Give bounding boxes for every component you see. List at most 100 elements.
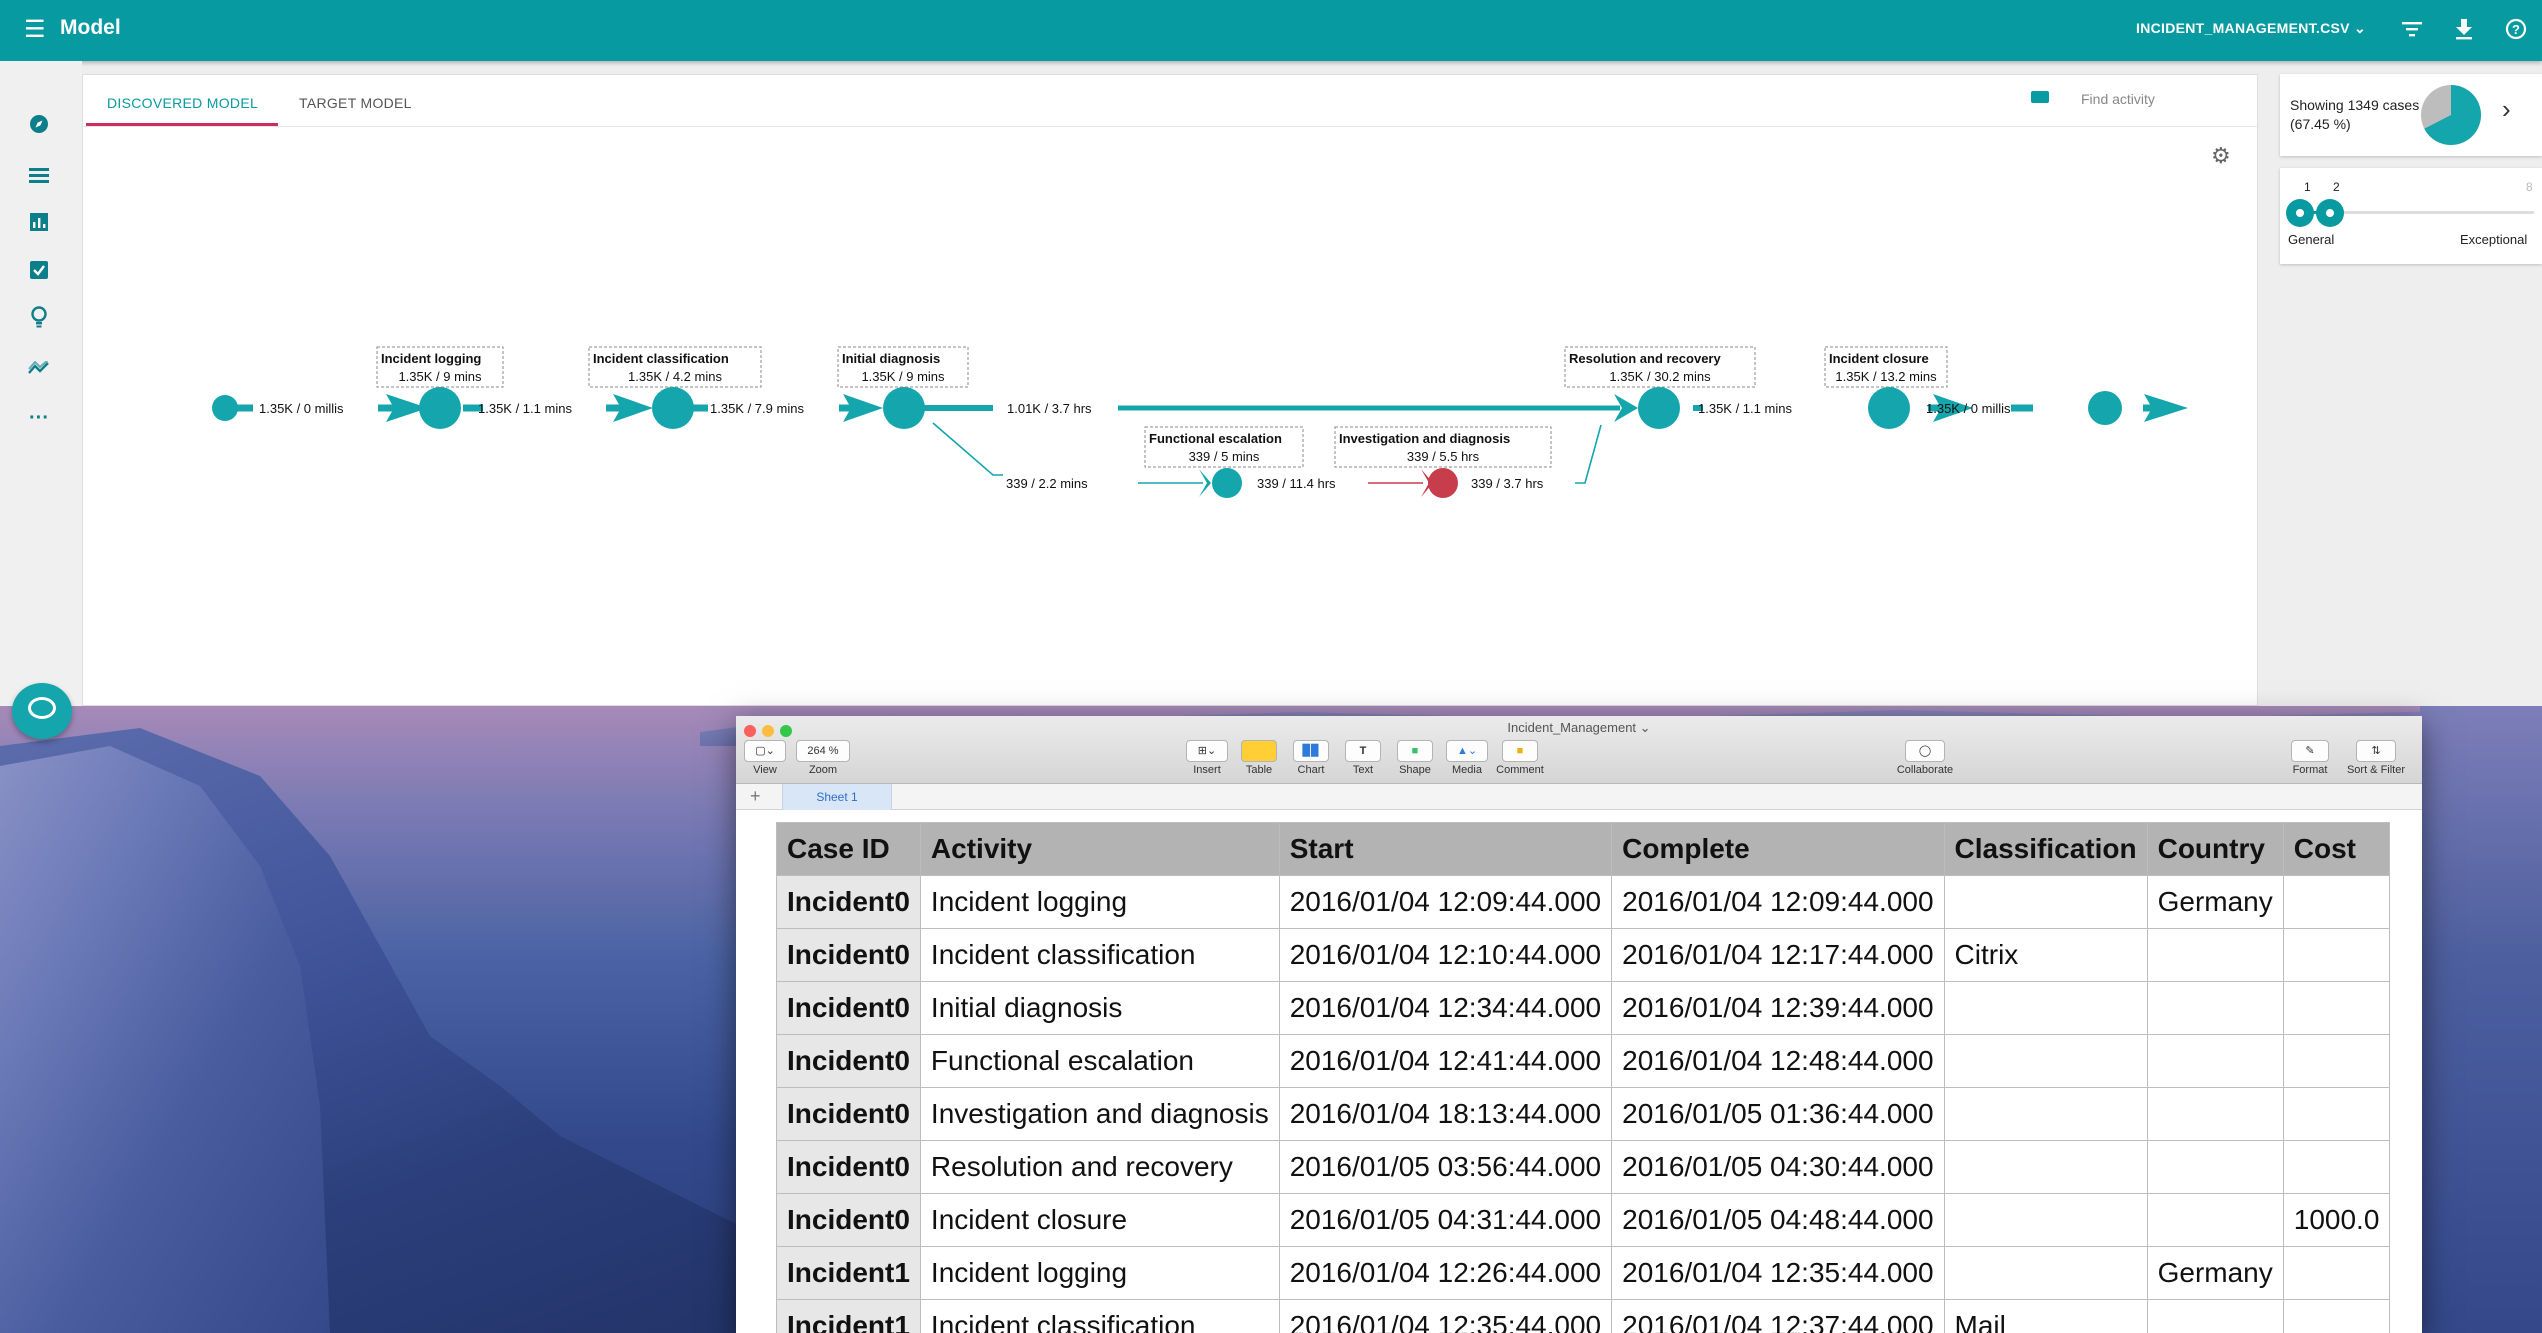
trend-icon[interactable] bbox=[24, 354, 54, 384]
table-cell[interactable] bbox=[2146, 928, 2284, 982]
table-cell[interactable]: Germany bbox=[2146, 875, 2284, 929]
table-cell[interactable]: 2016/01/04 12:17:44.000 bbox=[1611, 928, 1945, 982]
table-cell[interactable]: Citrix bbox=[1943, 928, 2148, 982]
media-button[interactable]: ▲⌄ Media bbox=[1444, 740, 1490, 776]
table-cell[interactable] bbox=[2282, 875, 2391, 929]
filter-summary-card[interactable]: Showing 1349 cases (67.45 %) › bbox=[2280, 74, 2542, 156]
table-cell[interactable]: 2016/01/04 18:13:44.000 bbox=[1278, 1087, 1613, 1141]
chat-button[interactable] bbox=[12, 683, 72, 739]
collaborate-button[interactable]: ◯ Collaborate bbox=[1890, 740, 1960, 776]
checklist-icon[interactable] bbox=[24, 258, 54, 288]
table-cell[interactable]: Initial diagnosis bbox=[919, 981, 1280, 1035]
table-cell[interactable]: 1000.0 bbox=[2282, 1193, 2391, 1247]
table-button[interactable]: Table bbox=[1236, 740, 1282, 776]
table-cell[interactable] bbox=[1943, 1034, 2148, 1088]
table-cell[interactable] bbox=[2282, 1246, 2391, 1300]
table-cell[interactable]: 2016/01/04 12:41:44.000 bbox=[1278, 1034, 1613, 1088]
table-cell[interactable] bbox=[1943, 1140, 2148, 1194]
table-cell[interactable]: Germany bbox=[2146, 1246, 2284, 1300]
table-cell[interactable]: 2016/01/04 12:09:44.000 bbox=[1278, 875, 1613, 929]
zoom-button[interactable]: 264 % Zoom bbox=[796, 740, 850, 776]
table-cell[interactable] bbox=[1943, 981, 2148, 1035]
table-cell[interactable]: 2016/01/04 12:39:44.000 bbox=[1611, 981, 1945, 1035]
insert-button[interactable]: ⊞⌄ Insert bbox=[1184, 740, 1230, 776]
table-cell[interactable]: 2016/01/04 12:35:44.000 bbox=[1611, 1246, 1945, 1300]
download-icon[interactable] bbox=[2438, 18, 2490, 44]
more-icon[interactable]: ··· bbox=[24, 403, 54, 433]
table-cell[interactable] bbox=[2282, 1140, 2391, 1194]
sort-filter-button[interactable]: ⇅ Sort & Filter bbox=[2340, 740, 2412, 776]
table-cell[interactable]: Mail bbox=[1943, 1299, 2148, 1333]
sheet-tab[interactable]: Sheet 1 bbox=[782, 784, 892, 810]
table-cell[interactable]: 2016/01/04 12:35:44.000 bbox=[1278, 1299, 1613, 1333]
slider-handle-high[interactable] bbox=[2316, 199, 2344, 227]
table-cell[interactable] bbox=[2146, 1193, 2284, 1247]
table-cell[interactable] bbox=[2282, 1299, 2391, 1333]
table-cell[interactable]: Incident logging bbox=[919, 1246, 1280, 1300]
column-header[interactable]: Case ID bbox=[776, 822, 921, 876]
table-cell[interactable]: 2016/01/05 04:30:44.000 bbox=[1611, 1140, 1945, 1194]
table-cell[interactable]: Functional escalation bbox=[919, 1034, 1280, 1088]
table-cell[interactable]: 2016/01/04 12:09:44.000 bbox=[1611, 875, 1945, 929]
table-cell[interactable] bbox=[2146, 981, 2284, 1035]
view-button[interactable]: ▢⌄ View bbox=[744, 740, 786, 776]
table-cell[interactable]: 2016/01/05 03:56:44.000 bbox=[1278, 1140, 1613, 1194]
case-id-cell[interactable]: Incident0 bbox=[776, 981, 921, 1035]
case-id-cell[interactable]: Incident1 bbox=[776, 1299, 921, 1333]
lightbulb-icon[interactable] bbox=[24, 306, 54, 336]
column-header[interactable]: Country bbox=[2146, 822, 2284, 876]
table-cell[interactable] bbox=[1943, 875, 2148, 929]
text-button[interactable]: T Text bbox=[1340, 740, 1386, 776]
column-header[interactable]: Cost bbox=[2282, 822, 2391, 876]
list-icon[interactable] bbox=[24, 162, 54, 192]
add-sheet-icon[interactable]: + bbox=[750, 786, 761, 807]
format-button[interactable]: ✎ Format bbox=[2288, 740, 2332, 776]
table-cell[interactable] bbox=[1943, 1246, 2148, 1300]
table-cell[interactable] bbox=[2146, 1140, 2284, 1194]
table-cell[interactable]: 2016/01/05 01:36:44.000 bbox=[1611, 1087, 1945, 1141]
comment-button[interactable]: ■ Comment bbox=[1494, 740, 1546, 776]
case-id-cell[interactable]: Incident0 bbox=[776, 875, 921, 929]
file-selector[interactable]: INCIDENT_MANAGEMENT.CSV ⌄ bbox=[2136, 20, 2366, 37]
table-cell[interactable] bbox=[2282, 1034, 2391, 1088]
case-id-cell[interactable]: Incident1 bbox=[776, 1246, 921, 1300]
table-cell[interactable] bbox=[2282, 928, 2391, 982]
table-cell[interactable] bbox=[2282, 1087, 2391, 1141]
compass-icon[interactable] bbox=[24, 113, 54, 143]
slider-handle-low[interactable] bbox=[2286, 199, 2314, 227]
shape-button[interactable]: ■ Shape bbox=[1392, 740, 1438, 776]
column-header[interactable]: Complete bbox=[1611, 822, 1945, 876]
table-cell[interactable]: Investigation and diagnosis bbox=[919, 1087, 1280, 1141]
help-icon[interactable]: ? bbox=[2490, 18, 2542, 44]
column-header[interactable]: Classification bbox=[1943, 822, 2148, 876]
table-cell[interactable]: 2016/01/04 12:48:44.000 bbox=[1611, 1034, 1945, 1088]
chart-button[interactable]: ▉▉ Chart bbox=[1288, 740, 1334, 776]
case-id-cell[interactable]: Incident0 bbox=[776, 1087, 921, 1141]
table-cell[interactable]: Incident classification bbox=[919, 928, 1280, 982]
column-header[interactable]: Activity bbox=[919, 822, 1280, 876]
case-id-cell[interactable]: Incident0 bbox=[776, 1034, 921, 1088]
table-cell[interactable]: Incident closure bbox=[919, 1193, 1280, 1247]
table-cell[interactable]: 2016/01/04 12:10:44.000 bbox=[1278, 928, 1613, 982]
table-cell[interactable] bbox=[1943, 1087, 2148, 1141]
case-id-cell[interactable]: Incident0 bbox=[776, 1140, 921, 1194]
table-cell[interactable]: 2016/01/05 04:48:44.000 bbox=[1611, 1193, 1945, 1247]
table-cell[interactable] bbox=[2146, 1087, 2284, 1141]
menu-icon[interactable]: ☰ bbox=[24, 18, 46, 42]
table-cell[interactable] bbox=[2282, 981, 2391, 1035]
table-cell[interactable]: 2016/01/04 12:34:44.000 bbox=[1278, 981, 1613, 1035]
table-cell[interactable]: 2016/01/05 04:31:44.000 bbox=[1278, 1193, 1613, 1247]
table-cell[interactable] bbox=[2146, 1299, 2284, 1333]
chevron-right-icon[interactable]: › bbox=[2502, 94, 2511, 125]
table-cell[interactable]: 2016/01/04 12:37:44.000 bbox=[1611, 1299, 1945, 1333]
table-cell[interactable]: 2016/01/04 12:26:44.000 bbox=[1278, 1246, 1613, 1300]
table-cell[interactable]: Incident logging bbox=[919, 875, 1280, 929]
bar-chart-icon[interactable] bbox=[24, 210, 54, 240]
case-id-cell[interactable]: Incident0 bbox=[776, 928, 921, 982]
table-cell[interactable] bbox=[1943, 1193, 2148, 1247]
column-header[interactable]: Start bbox=[1278, 822, 1613, 876]
table-cell[interactable]: Incident classification bbox=[919, 1299, 1280, 1333]
table-cell[interactable] bbox=[2146, 1034, 2284, 1088]
table-cell[interactable]: Resolution and recovery bbox=[919, 1140, 1280, 1194]
filter-icon[interactable] bbox=[2386, 20, 2438, 42]
